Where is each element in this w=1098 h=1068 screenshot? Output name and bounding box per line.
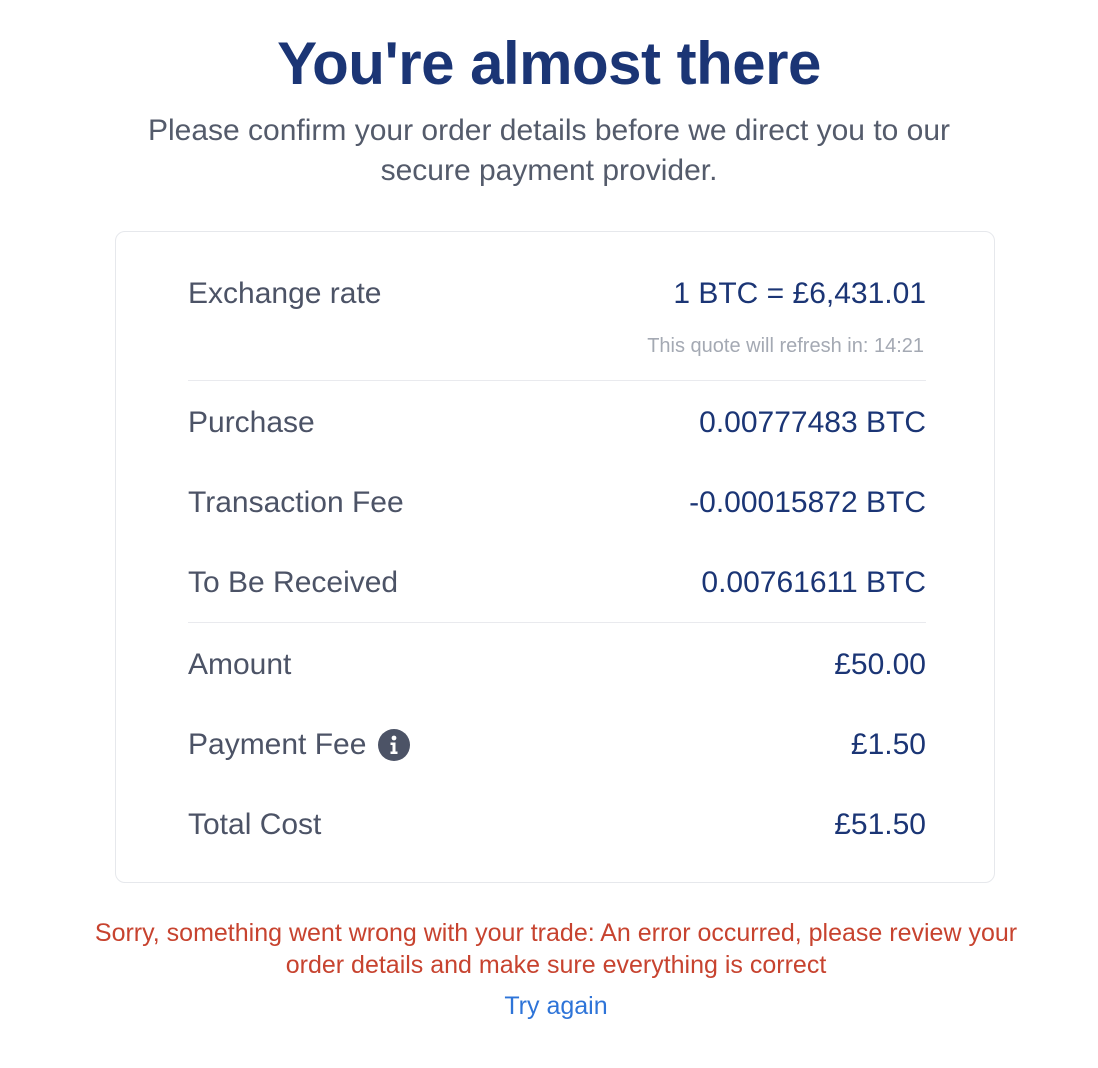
divider bbox=[188, 380, 926, 381]
info-icon[interactable] bbox=[378, 729, 411, 761]
try-again-link[interactable]: Try again bbox=[0, 990, 1098, 1022]
exchange-rate-row: Exchange rate 1 BTC = £6,431.01 bbox=[188, 274, 926, 314]
exchange-rate-label: Exchange rate bbox=[188, 277, 382, 310]
purchase-row: Purchase 0.00777483 BTC bbox=[188, 403, 926, 443]
quote-refresh-timer: This quote will refresh in: 14:21 bbox=[647, 335, 924, 357]
order-summary-card: Exchange rate 1 BTC = £6,431.01 This quo… bbox=[115, 231, 995, 883]
total-cost-row: Total Cost £51.50 bbox=[188, 805, 926, 845]
order-confirmation-page: You're almost there Please confirm your … bbox=[0, 0, 1098, 1068]
transaction-fee-row: Transaction Fee -0.00015872 BTC bbox=[188, 483, 926, 523]
transaction-fee-label: Transaction Fee bbox=[188, 486, 404, 519]
purchase-label: Purchase bbox=[188, 406, 315, 439]
total-cost-value: £51.50 bbox=[834, 808, 926, 841]
amount-row: Amount £50.00 bbox=[188, 645, 926, 685]
to-be-received-label: To Be Received bbox=[188, 566, 399, 599]
divider bbox=[188, 622, 926, 623]
total-cost-label: Total Cost bbox=[188, 808, 322, 841]
payment-fee-value: £1.50 bbox=[850, 728, 926, 761]
payment-fee-row: Payment Fee £1.50 bbox=[188, 725, 926, 765]
amount-label: Amount bbox=[188, 648, 292, 681]
purchase-value: 0.00777483 BTC bbox=[699, 406, 926, 439]
page-subtitle: Please confirm your order details before… bbox=[147, 114, 951, 187]
to-be-received-value: 0.00761611 BTC bbox=[701, 566, 926, 599]
amount-value: £50.00 bbox=[834, 648, 926, 681]
error-message: Sorry, something went wrong with your tr… bbox=[94, 919, 1018, 979]
payment-fee-label-group: Payment Fee bbox=[188, 728, 411, 762]
to-be-received-row: To Be Received 0.00761611 BTC bbox=[188, 563, 926, 603]
page-title: You're almost there bbox=[277, 30, 821, 97]
payment-fee-label: Payment Fee bbox=[188, 728, 367, 761]
transaction-fee-value: -0.00015872 BTC bbox=[689, 486, 926, 519]
exchange-rate-value: 1 BTC = £6,431.01 bbox=[673, 277, 926, 310]
